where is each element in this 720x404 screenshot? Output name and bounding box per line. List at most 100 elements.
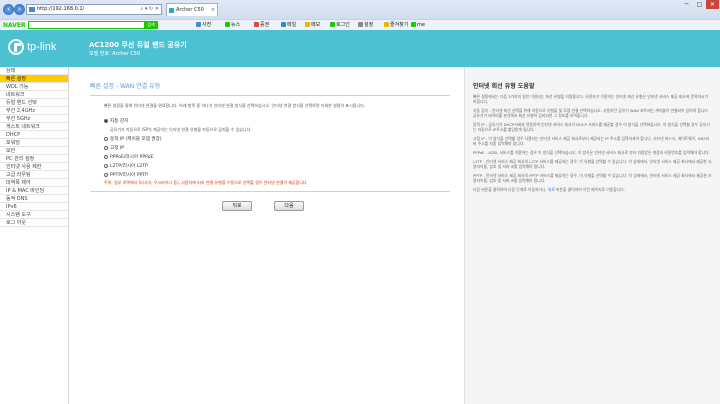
toolbar-item[interactable]: 사전: [196, 21, 211, 30]
sidebar-item[interactable]: 빠른 설정: [0, 75, 68, 83]
wan-option-label: 자동 감지: [110, 119, 129, 124]
wan-option-label: 고정 IP: [110, 146, 125, 151]
divider: [90, 95, 450, 96]
toolbar-item-label: 설정: [364, 22, 374, 28]
sidebar-item[interactable]: 상태: [0, 67, 68, 75]
wan-option[interactable]: 동적 IP (케이블 모뎀 권장): [104, 136, 162, 142]
toolbar-item-icon: [411, 22, 416, 27]
sidebar-item[interactable]: WDL 기능: [0, 83, 68, 91]
radio-button[interactable]: [104, 173, 108, 177]
help-footer-mid: 버튼을 클릭하여 다음 단계로 이동하거나,: [480, 187, 548, 192]
toolbar-item[interactable]: 메모: [305, 21, 320, 30]
address-text: http://192.168.0.1/: [37, 6, 85, 12]
sidebar-item[interactable]: DHCP: [0, 131, 68, 139]
wan-option-label: 동적 IP (케이블 모뎀 권장): [110, 137, 162, 142]
model-number: 모델 번호: Archer C50: [89, 51, 141, 57]
sidebar-item[interactable]: 네트워크: [0, 91, 68, 99]
toolbar-item-label: 로그인: [336, 22, 350, 28]
wan-option-label: PPTP/러시아 PPTP: [110, 173, 148, 178]
address-bar[interactable]: http://192.168.0.1/ ⌕ ▾ ↻ ✕: [26, 4, 162, 15]
help-paragraph: PPTP - 인터넷 서비스 제공 회사의 PPTP 서비스를 제공하는 경우,…: [473, 173, 712, 183]
sidebar-menu: 상태 빠른 설정 WDL 기능 네트워크 듀얼 밴드 선택 무선 2.4GHz 무선 5GH…: [0, 67, 69, 404]
toolbar-item[interactable]: 로그인: [330, 21, 350, 30]
sidebar-item[interactable]: 게스트 네트워크: [0, 123, 68, 131]
toolbar-item[interactable]: me: [411, 21, 425, 30]
toolbar-item[interactable]: 즐겨찾기: [384, 21, 408, 30]
help-back-link[interactable]: 뒤로: [548, 187, 555, 192]
sidebar-item[interactable]: 보안: [0, 147, 68, 155]
next-button[interactable]: 다음: [274, 201, 304, 211]
naver-logo[interactable]: NAVER: [3, 21, 26, 30]
tab-archer-c50[interactable]: Archer C50 ×: [166, 3, 218, 16]
wan-option[interactable]: 자동 감지: [104, 118, 128, 124]
sidebar-item[interactable]: 무선 5GHz: [0, 115, 68, 123]
toolbar-item-label: 메모: [311, 22, 321, 28]
naver-toolbar: NAVER 검색 사전 뉴스 증권 메일 메모 로그인 설정 즐겨찾기 me: [0, 19, 720, 30]
radio-button[interactable]: [104, 119, 108, 123]
browser-chrome: ‹ › http://192.168.0.1/ ⌕ ▾ ↻ ✕ Archer C…: [0, 0, 720, 30]
naver-search-button[interactable]: 검색: [144, 21, 158, 29]
sidebar-item[interactable]: 로그 아웃: [0, 219, 68, 227]
sidebar-item[interactable]: 동적 DNS: [0, 195, 68, 203]
wan-option-label: L2TP/러시아 L2TP: [110, 164, 148, 169]
close-window-icon[interactable]: ✕: [706, 0, 719, 9]
toolbar-item-label: 메일: [287, 22, 297, 28]
toolbar-item-label: 사전: [202, 22, 212, 28]
sidebar-item[interactable]: IPv6: [0, 203, 68, 211]
tab-favicon-icon: [169, 8, 174, 13]
help-next-link[interactable]: 다음: [473, 187, 480, 192]
page-description: 빠른 설정을 통해 인터넷 연결을 완료합니다. 아래 항목 중 하나가 인터넷…: [104, 103, 366, 108]
back-icon[interactable]: ‹: [3, 4, 14, 15]
toolbar-item[interactable]: 증권: [254, 21, 269, 30]
wan-option-note: 공유기가 자동으로 ISP가 제공하는 인터넷 연결 유형을 자동으로 감지할 …: [110, 127, 252, 132]
wan-option[interactable]: PPPoE/러시아 PPPoE: [104, 154, 153, 160]
toolbar-item[interactable]: 메일: [281, 21, 296, 30]
sidebar-item[interactable]: 인터넷 사용 제한: [0, 163, 68, 171]
forward-icon[interactable]: ›: [14, 4, 25, 15]
toolbar-item[interactable]: 뉴스: [225, 21, 240, 30]
sidebar-item[interactable]: PC 관리 설정: [0, 155, 68, 163]
radio-button[interactable]: [104, 146, 108, 150]
sidebar-item[interactable]: 고급 라우팅: [0, 171, 68, 179]
tp-link-logo-icon: [8, 39, 24, 55]
radio-button[interactable]: [104, 164, 108, 168]
wan-option[interactable]: PPTP/러시아 PPTP: [104, 172, 148, 178]
sidebar-item[interactable]: 무선 2.4GHz: [0, 107, 68, 115]
help-paragraph: 빠른 설정에서는 다음 3가지의 일반 이용되는 회선 유형을 지원합니다. 사…: [473, 94, 708, 104]
help-paragraph: PPPoE - ADSL 서비스를 이용하는 경우 이 방식을 선택하십시오. …: [473, 150, 710, 155]
radio-button[interactable]: [104, 137, 108, 141]
toolbar-item-icon: [281, 22, 286, 27]
wan-option[interactable]: L2TP/러시아 L2TP: [104, 163, 148, 169]
address-tools[interactable]: ⌕ ▾ ↻ ✕: [141, 5, 159, 14]
toolbar-item-label: 즐겨찾기: [390, 22, 409, 28]
logo-text: tp-link: [27, 41, 57, 53]
wan-option[interactable]: 고정 IP: [104, 145, 124, 151]
page-icon: [29, 7, 35, 12]
divider: [90, 191, 450, 192]
tp-link-logo: tp-link: [8, 39, 62, 59]
toolbar-item-icon: [330, 22, 335, 27]
tab-title: Archer C50: [176, 7, 204, 13]
help-footer-end: 버튼을 클릭하여 이전 페이지로 이동합니다.: [554, 187, 625, 192]
help-panel: 인터넷 회선 유형 도움말 빠른 설정에서는 다음 3가지의 일반 이용되는 회…: [464, 67, 720, 404]
sidebar-item[interactable]: 대역폭 제어: [0, 179, 68, 187]
toolbar-item-label: me: [417, 22, 425, 28]
radio-button[interactable]: [104, 155, 108, 159]
help-title: 인터넷 회선 유형 도움말: [473, 83, 535, 90]
toolbar-item-icon: [305, 22, 310, 27]
sidebar-item[interactable]: 포워딩: [0, 139, 68, 147]
help-paragraph: 자동 감지 - 인터넷 회선 선택을 위해 자동으로 유형을 및 모뎀 연결 선…: [473, 108, 710, 118]
minimize-icon[interactable]: ─: [680, 0, 693, 9]
toolbar-item-icon: [196, 22, 201, 27]
maximize-icon[interactable]: □: [693, 0, 706, 9]
help-body: 빠른 설정에서는 다음 3가지의 일반 이용되는 회선 유형을 지원합니다. 사…: [473, 94, 712, 183]
sidebar-item[interactable]: 듀얼 밴드 선택: [0, 99, 68, 107]
sidebar-item[interactable]: IP & MAC 바인딩: [0, 187, 68, 195]
toolbar-item-icon: [384, 22, 389, 27]
sidebar-item[interactable]: 시스템 도구: [0, 211, 68, 219]
naver-search-input[interactable]: 검색: [28, 21, 158, 29]
tab-close-icon[interactable]: ×: [211, 4, 215, 16]
toolbar-item[interactable]: 설정: [358, 21, 373, 30]
router-header: tp-link AC1200 무선 듀얼 밴드 공유기 모델 번호: Arche…: [0, 30, 720, 67]
back-button[interactable]: 뒤로: [222, 201, 252, 211]
